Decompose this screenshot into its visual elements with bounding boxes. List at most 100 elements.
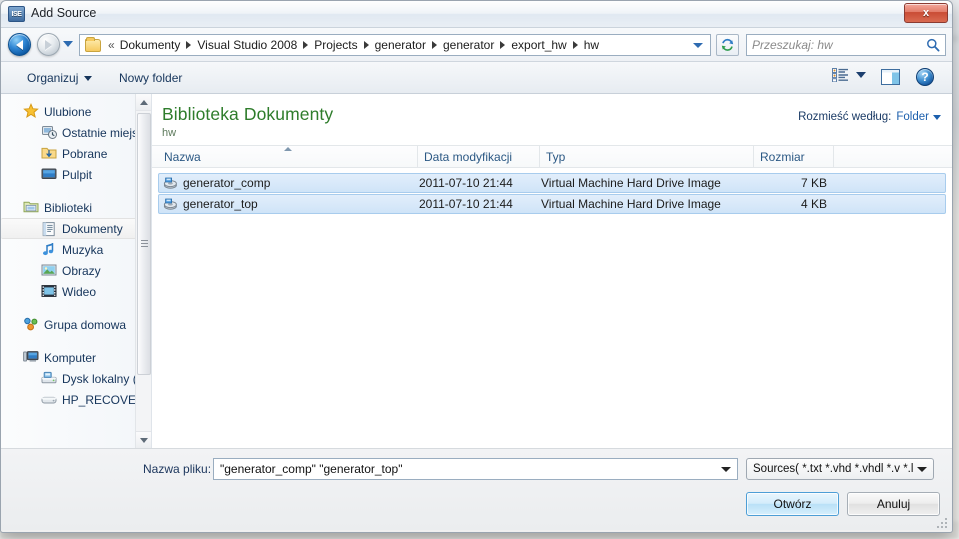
sidebar-group-ulubione[interactable]: Ulubione: [1, 101, 151, 122]
chevron-down-icon: [84, 75, 93, 81]
breadcrumb-item-generator[interactable]: generator: [372, 37, 429, 53]
file-type-value: Sources( *.txt *.vhd *.vhdl *.v *.l: [753, 463, 914, 475]
sidebar-item-muzyka[interactable]: Muzyka: [1, 239, 151, 260]
scrollbar-grip-icon: [141, 240, 148, 248]
new-folder-button[interactable]: Nowy folder: [113, 68, 188, 88]
forward-button[interactable]: [37, 33, 60, 56]
sidebar-item-label: Dokumenty: [62, 221, 123, 236]
recent-locations-button[interactable]: [63, 41, 73, 47]
help-button[interactable]: ?: [916, 68, 934, 86]
sidebar-item-dokumenty[interactable]: Dokumenty: [1, 218, 145, 239]
page-subtitle: hw: [162, 127, 177, 139]
file-name-input[interactable]: "generator_comp" "generator_top": [213, 458, 738, 480]
back-button[interactable]: [8, 33, 31, 56]
column-headers: Nazwa Data modyfikacji Typ Rozmiar: [152, 145, 952, 168]
column-header-data-modyfikacji[interactable]: Data modyfikacji: [418, 145, 540, 168]
breadcrumb-separator-icon: [431, 41, 437, 49]
sidebar-group-label: Grupa domowa: [44, 317, 127, 332]
sidebar-item-obrazy[interactable]: Obrazy: [1, 260, 151, 281]
arrange-by-value: Folder: [896, 111, 929, 123]
change-view-button[interactable]: [832, 68, 866, 82]
chevron-down-icon: [856, 72, 866, 78]
sidebar-item-label: Pobrane: [62, 146, 108, 161]
chevron-down-icon[interactable]: [693, 42, 703, 48]
open-button[interactable]: Otwórz: [746, 492, 839, 516]
arrange-by-button[interactable]: Folder: [896, 111, 941, 123]
column-header-typ[interactable]: Typ: [540, 145, 754, 168]
sidebar-item-hp-recovery-d[interactable]: HP_RECOVERY (D: [1, 389, 151, 410]
file-size: 4 KB: [800, 197, 827, 211]
sidebar-item-wideo[interactable]: Wideo: [1, 281, 151, 302]
sidebar-group-komputer[interactable]: Komputer: [1, 347, 151, 368]
sidebar-item-pulpit[interactable]: Pulpit: [1, 164, 151, 185]
sidebar-item-label: Muzyka: [62, 242, 104, 257]
scroll-up-button[interactable]: [136, 94, 151, 111]
file-size: 7 KB: [800, 176, 827, 190]
breadcrumb-item-hw[interactable]: hw: [581, 37, 602, 53]
search-input[interactable]: Przeszukaj: hw: [746, 34, 946, 56]
sidebar-group-label: Ulubione: [44, 104, 92, 119]
documents-icon: [41, 221, 57, 237]
scrollbar-thumb[interactable]: [137, 113, 151, 375]
sidebar-item-ostatnie-miejsca[interactable]: Ostatnie miejsca: [1, 122, 151, 143]
sidebar-item-label: Obrazy: [62, 263, 101, 278]
column-label: Nazwa: [164, 149, 201, 164]
music-icon: [41, 241, 57, 257]
vhd-file-icon: [163, 177, 177, 189]
search-icon: [927, 38, 940, 52]
sidebar-item-label: Pulpit: [62, 167, 93, 182]
dialog-body: Ulubione Ostatnie miejsca Pobrane Pulpit…: [1, 94, 952, 448]
file-name: generator_comp: [183, 176, 271, 190]
chevron-down-icon: [933, 114, 941, 120]
close-button[interactable]: x: [904, 3, 948, 23]
file-name-label: Nazwa pliku:: [143, 462, 212, 476]
sidebar-item-dysk-lokalny-c[interactable]: Dysk lokalny (C:): [1, 368, 151, 389]
table-row[interactable]: generator_top 2011-07-10 21:44 Virtual M…: [158, 194, 946, 214]
file-type-select[interactable]: Sources( *.txt *.vhd *.vhdl *.v *.l: [746, 458, 934, 480]
file-name-value: "generator_comp" "generator_top": [220, 462, 403, 476]
breadcrumb-item-generator-2[interactable]: generator: [440, 37, 497, 53]
table-row[interactable]: generator_comp 2011-07-10 21:44 Virtual …: [158, 173, 946, 193]
sidebar-item-pobrane[interactable]: Pobrane: [1, 143, 151, 164]
chevron-down-icon[interactable]: [721, 466, 731, 472]
file-type: Virtual Machine Hard Drive Image: [541, 197, 721, 211]
scroll-down-icon: [139, 437, 148, 443]
navpane-scrollbar[interactable]: [135, 94, 151, 448]
arrange-by: Rozmieść według: Folder: [798, 111, 941, 123]
navigation-pane: Ulubione Ostatnie miejsca Pobrane Pulpit…: [1, 94, 152, 448]
column-label: Typ: [546, 149, 566, 164]
cancel-label: Anuluj: [876, 497, 911, 511]
folder-icon: [85, 36, 101, 52]
breadcrumb-item-projects[interactable]: Projects: [311, 37, 360, 53]
file-name-cell: generator_top: [161, 197, 419, 211]
file-type: Virtual Machine Hard Drive Image: [541, 176, 721, 190]
forward-arrow-icon: [45, 39, 52, 50]
file-name-cell: generator_comp: [161, 176, 419, 190]
window-title: Add Source: [31, 6, 97, 20]
sidebar-group-grupa-domowa[interactable]: Grupa domowa: [1, 314, 151, 335]
column-header-nazwa[interactable]: Nazwa: [158, 145, 418, 168]
sidebar-group-biblioteki[interactable]: Biblioteki: [1, 197, 151, 218]
homegroup-icon: [23, 316, 39, 332]
computer-icon: [23, 349, 39, 365]
title-bar: ISE Add Source x: [1, 1, 952, 28]
refresh-button[interactable]: [716, 34, 739, 56]
address-bar[interactable]: « Dokumenty Visual Studio 2008 Projects …: [79, 34, 711, 56]
navigation-bar: « Dokumenty Visual Studio 2008 Projects …: [1, 28, 952, 62]
ise-icon: ISE: [8, 6, 25, 22]
column-header-rozmiar[interactable]: Rozmiar: [754, 145, 834, 168]
breadcrumb-overflow[interactable]: «: [105, 37, 117, 53]
file-list-pane: Biblioteka Dokumenty hw Rozmieść według:…: [152, 94, 952, 448]
breadcrumb-item-dokumenty[interactable]: Dokumenty: [117, 37, 184, 53]
cancel-button[interactable]: Anuluj: [847, 492, 940, 516]
column-header-filler: [834, 145, 952, 168]
organize-button[interactable]: Organizuj: [21, 68, 98, 88]
resize-grip[interactable]: [937, 516, 949, 528]
video-icon: [41, 283, 57, 299]
breadcrumb-item-visual-studio-2008[interactable]: Visual Studio 2008: [194, 37, 300, 53]
breadcrumb-item-export-hw[interactable]: export_hw: [508, 37, 569, 53]
dialog-footer: Nazwa pliku: "generator_comp" "generator…: [1, 448, 952, 530]
preview-pane-button[interactable]: [881, 69, 900, 85]
new-folder-label: Nowy folder: [119, 71, 183, 85]
scroll-down-button[interactable]: [136, 431, 151, 448]
